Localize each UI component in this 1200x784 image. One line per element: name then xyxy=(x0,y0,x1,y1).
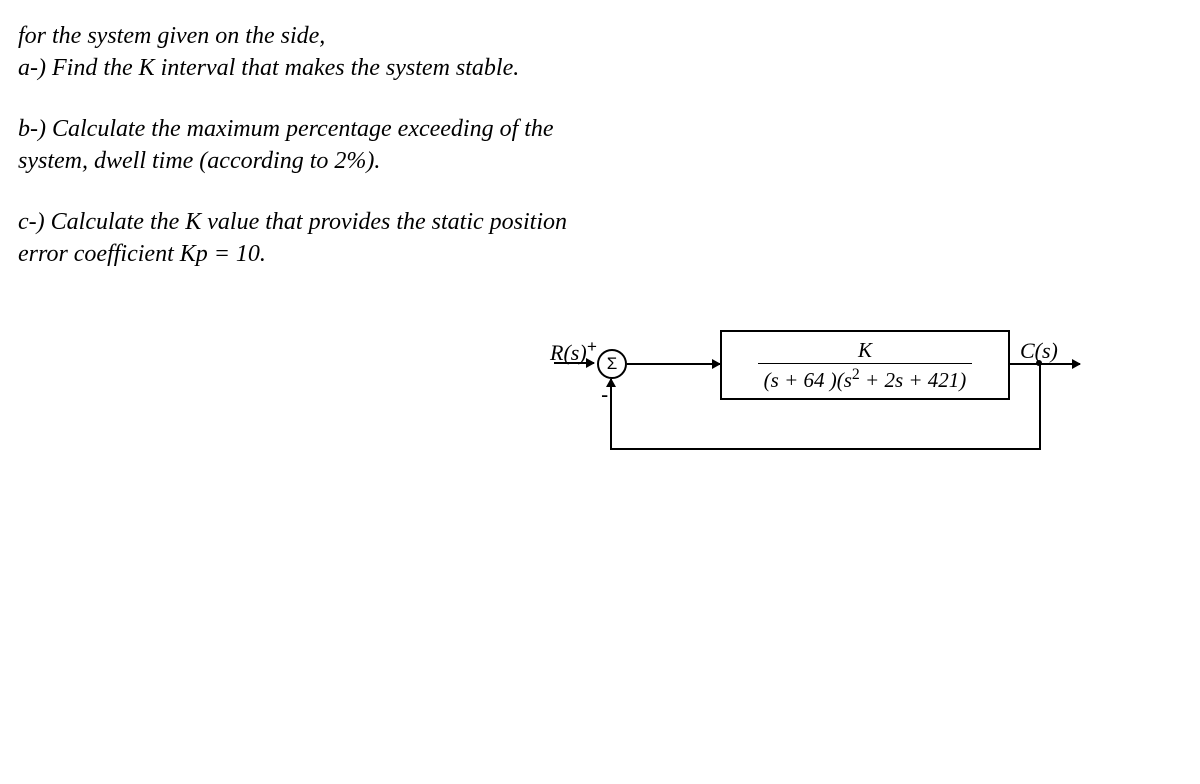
summing-junction: Σ xyxy=(597,349,627,379)
part-b-line1: b-) Calculate the maximum percentage exc… xyxy=(18,116,554,142)
transfer-function-fraction: K (s + 64 )(s2 + 2s + 421) xyxy=(758,338,973,393)
sigma-symbol: Σ xyxy=(607,354,618,374)
tf-numerator: K xyxy=(758,338,973,363)
forward-line xyxy=(627,363,720,365)
block-diagram: R(s) + Σ - K (s + 64 )(s2 + 2s + 421) C(… xyxy=(550,330,1110,470)
intro-line: for the system given on the side, xyxy=(18,23,325,49)
part-b: b-) Calculate the maximum percentage exc… xyxy=(18,113,1182,178)
problem-statement: for the system given on the side, a-) Fi… xyxy=(18,20,1182,270)
part-c-line1: c-) Calculate the K value that provides … xyxy=(18,209,567,235)
feedback-up-arrow xyxy=(610,379,612,450)
plus-sign: + xyxy=(587,337,597,357)
tf-denominator: (s + 64 )(s2 + 2s + 421) xyxy=(758,363,973,393)
input-arrow xyxy=(554,362,594,364)
part-c-line2: error coefficient Kp = 10. xyxy=(18,241,266,267)
feedback-horizontal-line xyxy=(610,448,1041,450)
part-c: c-) Calculate the K value that provides … xyxy=(18,206,1182,271)
transfer-function-block: K (s + 64 )(s2 + 2s + 421) xyxy=(720,330,1010,400)
part-b-line2: system, dwell time (according to 2%). xyxy=(18,148,380,174)
feedback-down-line xyxy=(1039,363,1041,450)
part-a-line: a-) Find the K interval that makes the s… xyxy=(18,55,519,81)
intro-and-part-a: for the system given on the side, a-) Fi… xyxy=(18,20,1182,85)
